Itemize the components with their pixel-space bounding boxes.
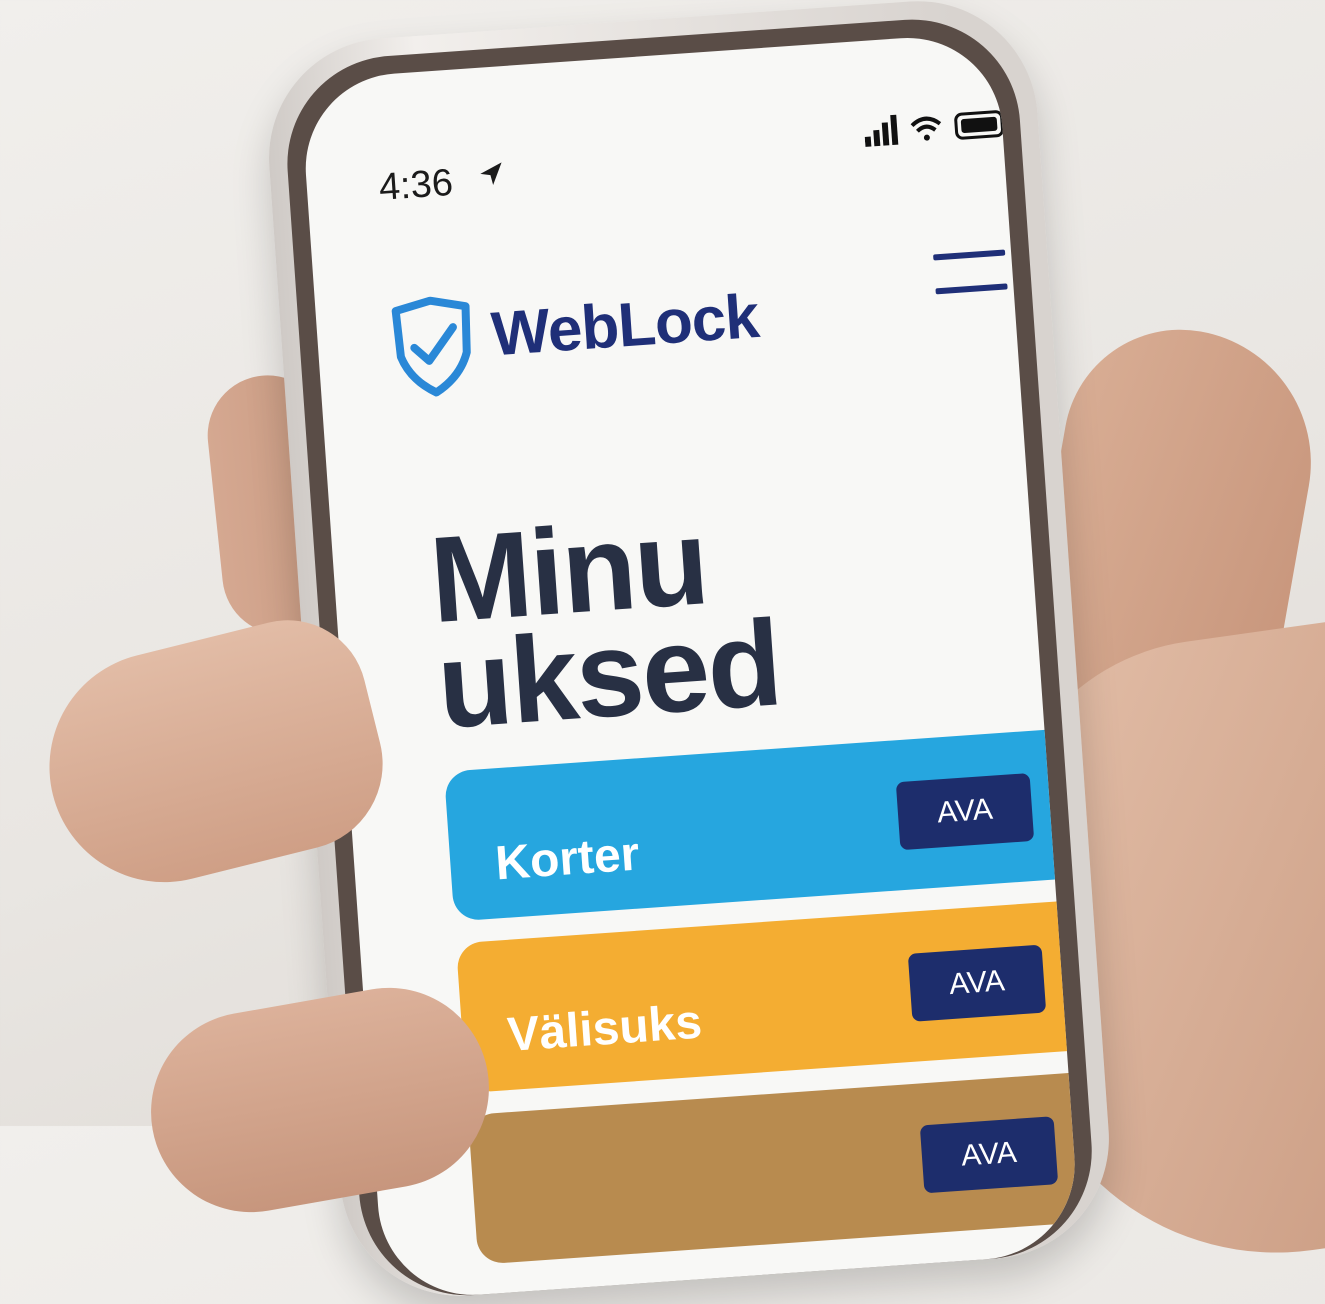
- shield-check-icon: [391, 296, 471, 397]
- signal-icon: [864, 114, 899, 147]
- open-door-button[interactable]: AVA: [919, 1116, 1059, 1194]
- open-door-button[interactable]: AVA: [907, 944, 1047, 1022]
- page-title-line2: uksed: [433, 594, 785, 754]
- door-card-valisuks[interactable]: Välisuks AVA: [455, 899, 1082, 1094]
- brand-name: WebLock: [489, 281, 761, 370]
- door-name: Välisuks: [505, 995, 704, 1063]
- wifi-icon: [910, 116, 942, 141]
- door-card-third[interactable]: AVA: [467, 1071, 1082, 1265]
- door-card-korter[interactable]: Korter AVA: [443, 728, 1081, 922]
- battery-icon: [954, 110, 1009, 140]
- open-door-button[interactable]: AVA: [895, 773, 1035, 851]
- status-icons: [864, 110, 1009, 147]
- page-title: Minu uksed: [426, 493, 785, 754]
- hamburger-menu-icon[interactable]: [933, 249, 1008, 298]
- status-time: 4:36: [377, 161, 455, 209]
- door-name: Korter: [493, 827, 642, 891]
- location-arrow-icon: [480, 162, 502, 185]
